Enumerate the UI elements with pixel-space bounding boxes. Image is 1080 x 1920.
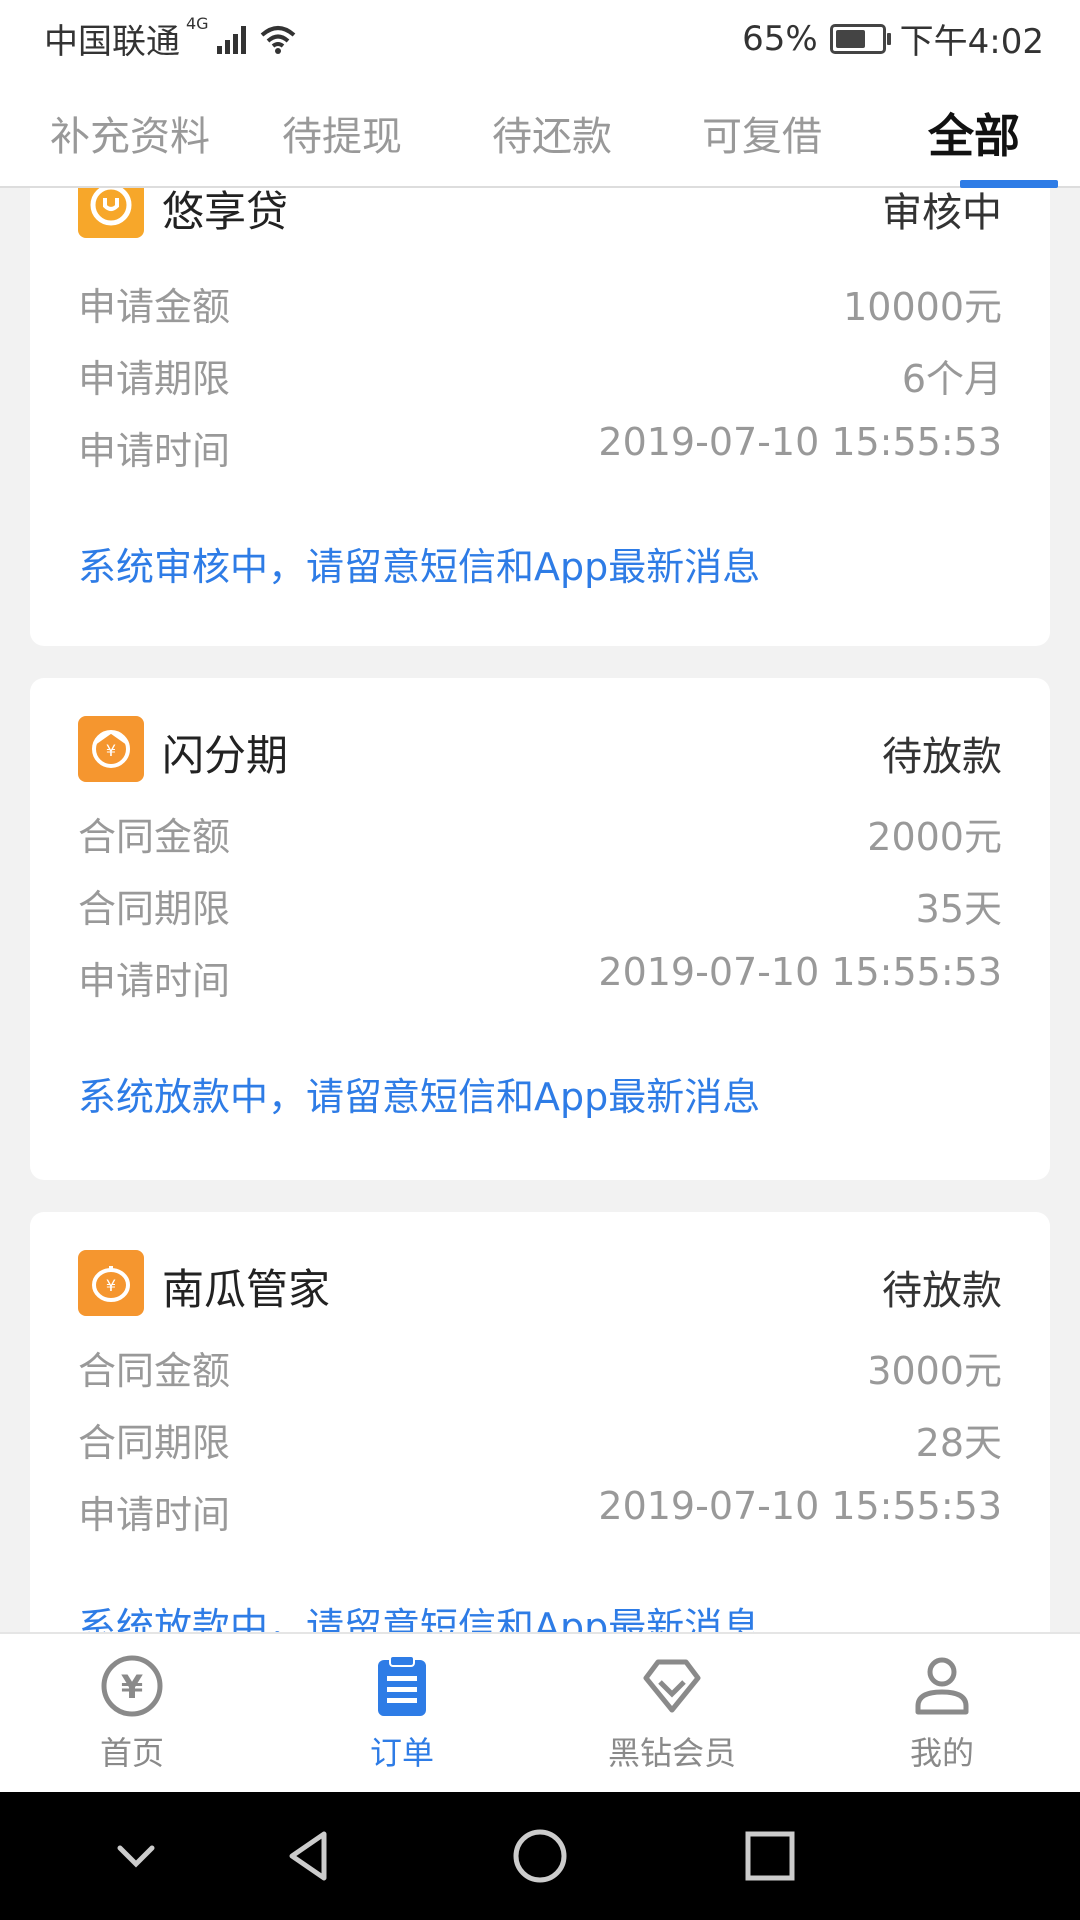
detail-label: 申请时间 [78,1493,231,1537]
order-card-header: 悠享贷 审核中 [78,188,1002,242]
nav-mine[interactable]: 我的 [862,1652,1022,1774]
back-triangle-icon[interactable] [278,1824,342,1888]
diamond-icon [643,1659,701,1713]
clock: 下午4:02 [899,22,1044,62]
detail-label: 申请时间 [78,959,231,1003]
detail-row: 合同期限 28天 [78,1412,1002,1468]
pumpkin-yuan-logo-icon: ¥ [78,1250,144,1316]
lender-name: 南瓜管家 [162,1265,331,1314]
svg-text:¥: ¥ [106,741,116,760]
status-notice: 系统放款中，请留意短信和App最新消息 [78,1075,761,1119]
detail-value: 2019-07-10 15:55:53 [598,1484,1002,1528]
detail-row: 申请期限 6个月 [78,348,1002,404]
svg-text:¥: ¥ [106,1276,116,1295]
detail-label: 合同期限 [78,887,231,931]
nav-home[interactable]: ¥ 首页 [52,1652,212,1774]
detail-label: 申请时间 [78,429,231,473]
active-tab-indicator [960,180,1058,188]
yuan-swirl-logo-icon: ¥ [78,716,144,782]
status-left: 中国联通 4G [44,14,298,63]
nav-label: 我的 [909,1734,974,1772]
detail-label: 申请期限 [78,357,231,401]
detail-row: 合同金额 3000元 [78,1340,1002,1396]
carrier-name: 中国联通 [44,22,180,62]
detail-row: 申请时间 2019-07-10 15:55:53 [78,950,1002,1006]
status-notice: 系统审核中，请留意短信和App最新消息 [78,545,761,589]
tab-all[interactable]: 全部 [928,100,1020,166]
tab-supplement-info[interactable]: 补充资料 [50,104,210,162]
detail-row: 申请金额 10000元 [78,276,1002,332]
network-type: 4G [186,14,209,33]
signal-icon [216,24,246,54]
detail-value: 35天 [915,887,1002,931]
detail-value: 6个月 [901,357,1002,401]
order-list[interactable]: 悠享贷 审核中 申请金额 10000元 申请期限 6个月 申请时间 2019-0… [0,188,1080,1632]
chevron-down-icon[interactable] [104,1824,168,1888]
detail-value: 2019-07-10 15:55:53 [598,420,1002,464]
battery-percent: 65% [742,18,818,59]
svg-text:¥: ¥ [121,1668,143,1706]
detail-value: 3000元 [867,1349,1002,1393]
status-right: 65% 下午4:02 [742,14,1044,63]
order-status: 审核中 [882,190,1002,236]
smile-u-logo-icon [78,188,144,238]
detail-label: 合同期限 [78,1421,231,1465]
lender-name: 悠享贷 [162,188,289,236]
recents-square-icon[interactable] [738,1824,802,1888]
nav-label: 订单 [369,1734,434,1772]
detail-value: 10000元 [843,285,1002,329]
order-card[interactable]: 悠享贷 审核中 申请金额 10000元 申请期限 6个月 申请时间 2019-0… [30,188,1050,646]
lender-name: 闪分期 [162,731,289,780]
detail-row: 申请时间 2019-07-10 15:55:53 [78,1484,1002,1540]
order-card[interactable]: ¥ 闪分期 待放款 合同金额 2000元 合同期限 35天 申请时间 2019-… [30,678,1050,1180]
nav-label: 首页 [99,1734,164,1772]
tab-pending-withdrawal[interactable]: 待提现 [282,104,402,162]
yuan-circle-icon: ¥ [101,1655,163,1717]
order-status: 待放款 [882,734,1002,780]
tab-reborrowable[interactable]: 可复借 [702,104,822,162]
detail-value: 2000元 [867,815,1002,859]
status-bar: 中国联通 4G 65% 下午4:02 [0,0,1080,76]
detail-label: 合同金额 [78,1349,231,1393]
order-card-header: ¥ 南瓜管家 待放款 [78,1250,1002,1320]
wifi-icon [260,25,295,54]
detail-row: 合同期限 35天 [78,878,1002,934]
detail-row: 合同金额 2000元 [78,806,1002,862]
bottom-tab-bar: ¥ 首页 订单 黑钻会员 我的 [0,1632,1080,1794]
nav-black-diamond-member[interactable]: 黑钻会员 [592,1652,752,1774]
tab-pending-repayment[interactable]: 待还款 [492,104,612,162]
home-circle-icon[interactable] [508,1824,572,1888]
order-card-header: ¥ 闪分期 待放款 [78,716,1002,786]
order-card[interactable]: ¥ 南瓜管家 待放款 合同金额 3000元 合同期限 28天 申请时间 2019… [30,1212,1050,1632]
detail-label: 合同金额 [78,815,231,859]
detail-label: 申请金额 [78,285,231,329]
detail-value: 28天 [915,1421,1002,1465]
nav-orders[interactable]: 订单 [322,1652,482,1774]
detail-row: 申请时间 2019-07-10 15:55:53 [78,420,1002,476]
detail-value: 2019-07-10 15:55:53 [598,950,1002,994]
nav-label: 黑钻会员 [607,1734,736,1772]
order-filter-tabs: 补充资料 待提现 待还款 可复借 全部 [0,76,1080,188]
system-navigation-bar [0,1792,1080,1920]
clipboard-list-icon [378,1655,426,1716]
battery-icon [829,23,891,54]
order-status: 待放款 [882,1268,1002,1314]
person-icon [915,1657,969,1715]
status-notice: 系统放款中，请留意短信和App最新消息 [78,1605,761,1632]
